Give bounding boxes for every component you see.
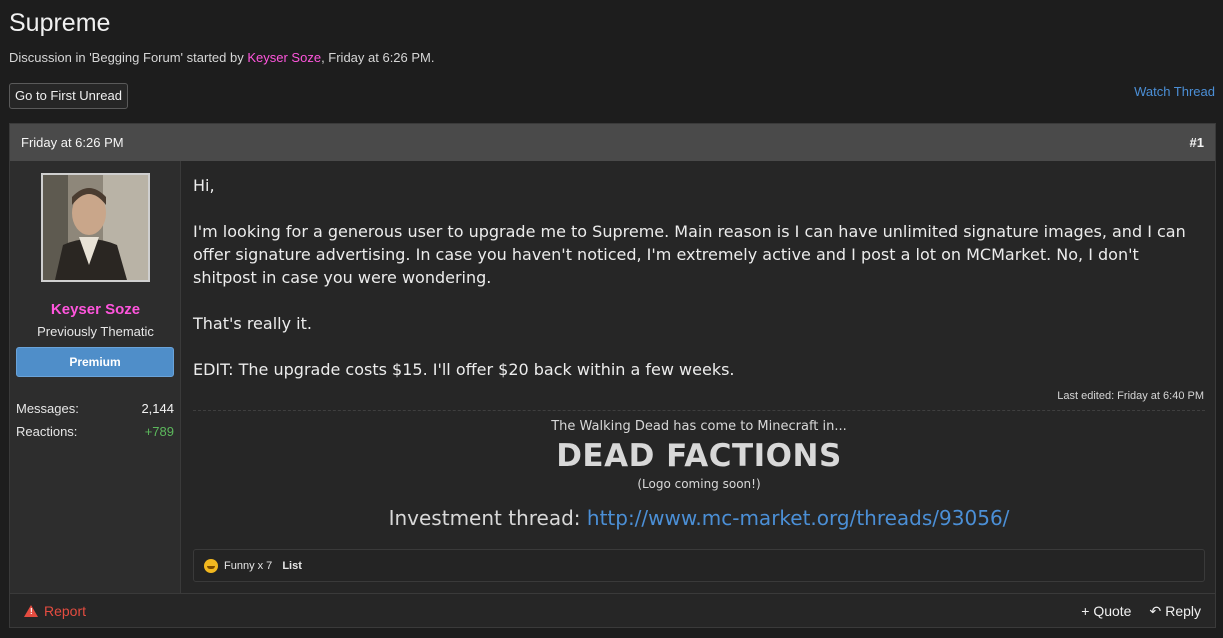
user-title: Previously Thematic: [37, 324, 154, 339]
thread-meta-suffix: , Friday at 6:26 PM.: [321, 50, 435, 65]
avatar-image: [43, 175, 148, 280]
page-title: Supreme: [9, 9, 111, 37]
post-paragraph: I'm looking for a generous user to upgra…: [193, 222, 1186, 287]
last-edited: Last edited: Friday at 6:40 PM: [1057, 390, 1204, 402]
reactions-label: Reactions:: [16, 424, 78, 439]
thread-author-link[interactable]: Keyser Soze: [247, 50, 321, 65]
post-paragraph: EDIT: The upgrade costs $15. I'll offer …: [193, 360, 735, 379]
post-body: Hi, I'm looking for a generous user to u…: [193, 174, 1198, 404]
warning-icon: !: [24, 605, 38, 617]
signature: The Walking Dead has come to Minecraft i…: [193, 418, 1205, 530]
premium-badge: Premium: [16, 347, 174, 377]
avatar[interactable]: [41, 173, 150, 282]
post: Friday at 6:26 PM #1 Keyser Soze Previou…: [9, 123, 1216, 628]
messages-label: Messages:: [16, 401, 79, 416]
signature-headline: DEAD FACTIONS: [556, 438, 842, 474]
reply-label: Reply: [1165, 602, 1201, 619]
post-paragraph: Hi,: [193, 176, 215, 195]
post-header: Friday at 6:26 PM #1: [10, 124, 1215, 161]
reactions-bar: Funny x 7 List: [193, 549, 1205, 582]
post-actions: + Quote ↶ Reply: [1081, 603, 1201, 620]
reply-button[interactable]: ↶ Reply: [1149, 603, 1201, 620]
report-button[interactable]: ! Report: [24, 603, 86, 619]
signature-note: (Logo coming soon!): [637, 477, 761, 491]
thread-meta-prefix: Discussion in 'Begging Forum' started by: [9, 50, 248, 65]
reactions-stat: Reactions: +789: [16, 424, 174, 439]
quote-button[interactable]: + Quote: [1081, 603, 1131, 620]
report-label: Report: [44, 603, 87, 619]
reaction-list-link[interactable]: List: [282, 560, 302, 572]
messages-stat: Messages: 2,144: [16, 401, 174, 416]
investment-thread-link[interactable]: http://www.mc-market.org/threads/93056/: [587, 506, 1010, 530]
post-footer: ! Report + Quote ↶ Reply: [10, 593, 1215, 628]
signature-divider: [193, 410, 1205, 411]
funny-reaction-icon: [204, 558, 218, 573]
post-date[interactable]: Friday at 6:26 PM: [21, 135, 124, 150]
post-paragraph: That's really it.: [193, 314, 312, 333]
reaction-summary[interactable]: Funny x 7: [224, 560, 272, 572]
messages-value: 2,144: [141, 401, 174, 416]
reactions-value: +789: [144, 424, 174, 439]
username[interactable]: Keyser Soze: [10, 301, 181, 318]
watch-thread-link[interactable]: Watch Thread: [1134, 84, 1215, 99]
investment-label: Investment thread:: [388, 506, 587, 530]
go-to-first-unread-button[interactable]: Go to First Unread: [9, 83, 128, 109]
reply-icon: ↶: [1149, 602, 1162, 619]
post-number[interactable]: #1: [1190, 135, 1204, 150]
user-info-panel: Keyser Soze Previously Thematic Premium …: [10, 161, 181, 593]
thread-meta: Discussion in 'Begging Forum' started by…: [9, 50, 435, 65]
signature-investment: Investment thread: http://www.mc-market.…: [193, 506, 1205, 530]
signature-tagline: The Walking Dead has come to Minecraft i…: [551, 419, 847, 434]
